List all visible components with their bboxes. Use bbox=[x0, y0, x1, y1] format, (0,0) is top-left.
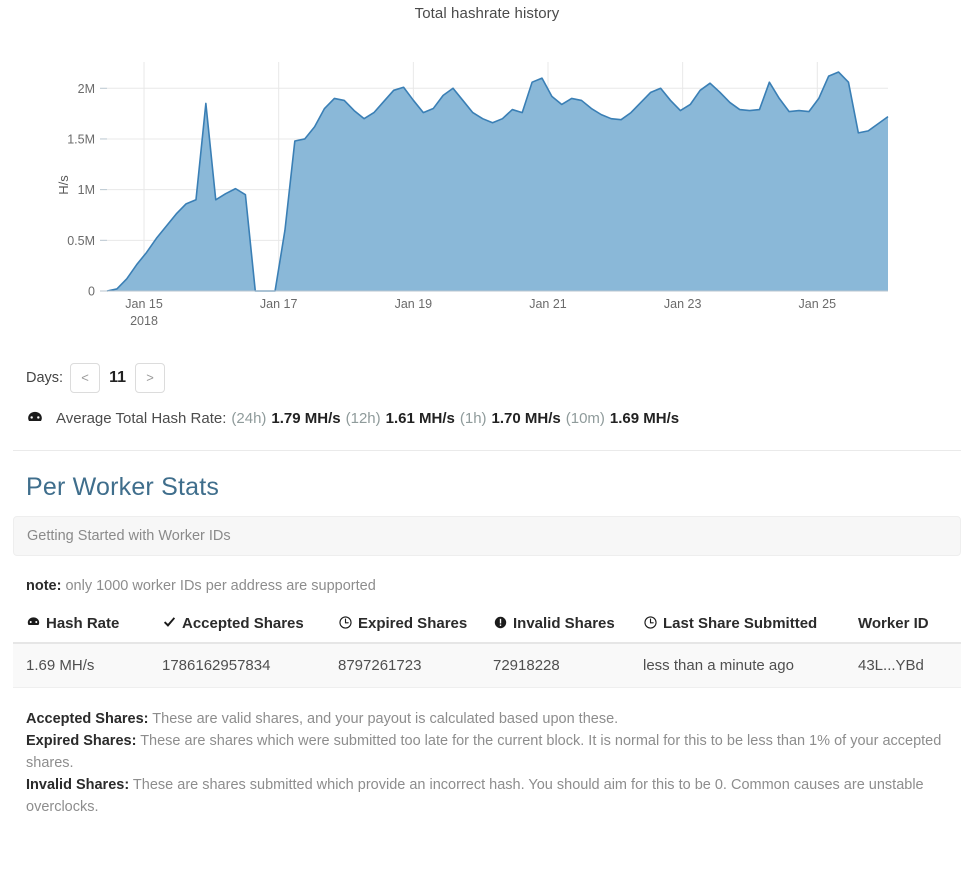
average-period-10m: (10m) bbox=[565, 409, 605, 427]
average-value-12h: 1.61 MH/s bbox=[385, 409, 455, 427]
days-prev-button[interactable]: < bbox=[70, 363, 101, 393]
check-icon bbox=[162, 615, 177, 630]
svg-text:1M: 1M bbox=[78, 183, 95, 197]
worker-id-note: note: only 1000 worker IDs per address a… bbox=[0, 578, 974, 594]
average-value-10m: 1.69 MH/s bbox=[609, 409, 680, 427]
average-value-24h: 1.79 MH/s bbox=[271, 409, 341, 427]
per-worker-stats-heading: Per Worker Stats bbox=[26, 473, 220, 501]
chart-y-tick-labels: 0 0.5M 1M 1.5M 2M bbox=[67, 82, 95, 299]
col-header-label: Last Share Submitted bbox=[663, 615, 818, 632]
note-bold-label: note: bbox=[26, 578, 62, 594]
exclamation-circle-icon bbox=[493, 615, 508, 630]
clock-icon bbox=[643, 615, 658, 630]
svg-text:2M: 2M bbox=[78, 82, 95, 96]
col-header-accepted-shares[interactable]: Accepted Shares bbox=[149, 607, 325, 644]
average-period-1h: (1h) bbox=[459, 409, 487, 427]
getting-started-link[interactable]: Getting Started with Worker IDs bbox=[27, 528, 231, 544]
cell-hash-rate: 1.69 MH/s bbox=[13, 643, 149, 688]
col-header-last-share-submitted[interactable]: Last Share Submitted bbox=[630, 607, 845, 644]
svg-text:0.5M: 0.5M bbox=[67, 234, 95, 248]
cell-worker-id: 43L...YBd bbox=[845, 643, 961, 688]
col-header-expired-shares[interactable]: Expired Shares bbox=[325, 607, 480, 644]
days-next-button[interactable]: > bbox=[135, 363, 165, 393]
table-header: Hash Rate Accepted Shares Expired Shares bbox=[13, 607, 961, 644]
chart-svg: 00.5M1M1.5M2M Jan 15 Jan 17 Jan 19 Jan 21 Ja… bbox=[56, 62, 889, 328]
table-row[interactable]: 1.69 MH/s 1786162957834 8797261723 72918… bbox=[13, 643, 961, 688]
explanation-expired-shares: Expired Shares: These are shares which w… bbox=[26, 730, 948, 774]
note-text: only 1000 worker IDs per address are sup… bbox=[61, 578, 376, 594]
col-header-label: Expired Shares bbox=[358, 615, 468, 632]
chart-plot-area[interactable]: 0 0.5M 1M 1.5M 2M Jan 15 Jan 17 Jan 19 Jan 21 Ja… bbox=[0, 0, 974, 345]
col-header-label: Invalid Shares bbox=[513, 615, 615, 632]
share-explanations: Accepted Shares: These are valid shares,… bbox=[0, 708, 974, 818]
tachometer-icon bbox=[26, 409, 44, 427]
svg-text:Jan 15: Jan 15 bbox=[125, 297, 163, 311]
col-header-invalid-shares[interactable]: Invalid Shares bbox=[480, 607, 630, 644]
explanation-invalid-shares: Invalid Shares: These are shares submitt… bbox=[26, 774, 948, 818]
svg-text:1.5M: 1.5M bbox=[67, 132, 95, 146]
average-period-24h: (24h) bbox=[231, 409, 267, 427]
table-header-row: Hash Rate Accepted Shares Expired Shares bbox=[13, 607, 961, 644]
explanation-text: These are shares submitted which provide… bbox=[26, 777, 924, 815]
explanation-term: Expired Shares: bbox=[26, 733, 137, 749]
col-header-hash-rate[interactable]: Hash Rate bbox=[13, 607, 149, 644]
clock-icon bbox=[338, 615, 353, 630]
days-value: 11 bbox=[109, 369, 126, 386]
average-hash-rate-row: Average Total Hash Rate: (24h) 1.79 MH/s… bbox=[0, 409, 974, 427]
cell-invalid-shares: 72918228 bbox=[480, 643, 630, 688]
cell-expired-shares: 8797261723 bbox=[325, 643, 480, 688]
cell-last-share-submitted: less than a minute ago bbox=[630, 643, 845, 688]
cell-accepted-shares: 1786162957834 bbox=[149, 643, 325, 688]
col-header-label: Accepted Shares bbox=[182, 615, 304, 632]
section-divider bbox=[13, 450, 961, 451]
svg-text:0: 0 bbox=[88, 285, 95, 299]
svg-text:Jan 25: Jan 25 bbox=[799, 297, 837, 311]
hashrate-chart-block: Total hashrate history 0 0.5M 1M 1.5M 2M Jan… bbox=[0, 0, 974, 345]
days-label: Days: bbox=[26, 370, 64, 386]
getting-started-banner[interactable]: Getting Started with Worker IDs bbox=[13, 516, 961, 556]
explanation-text: These are shares which were submitted to… bbox=[26, 733, 942, 771]
chart-area-fill bbox=[107, 72, 888, 291]
svg-text:Jan 19: Jan 19 bbox=[395, 297, 433, 311]
explanation-term: Invalid Shares: bbox=[26, 777, 130, 793]
col-header-label: Worker ID bbox=[858, 615, 929, 632]
svg-text:Jan 21: Jan 21 bbox=[529, 297, 567, 311]
days-stepper: Days: < 11 > bbox=[0, 361, 974, 395]
chart-y-axis-label: H/s bbox=[56, 175, 71, 195]
chart-x-tick-labels: Jan 15 Jan 17 Jan 19 Jan 21 Jan 23 Jan 25 bbox=[125, 297, 836, 311]
average-period-12h: (12h) bbox=[345, 409, 381, 427]
per-worker-table: Hash Rate Accepted Shares Expired Shares bbox=[13, 607, 961, 688]
svg-text:Jan 17: Jan 17 bbox=[260, 297, 298, 311]
chart-x-sublabel: 2018 bbox=[130, 314, 158, 328]
explanation-accepted-shares: Accepted Shares: These are valid shares,… bbox=[26, 708, 948, 730]
average-label: Average Total Hash Rate: bbox=[56, 409, 227, 427]
table-body: 1.69 MH/s 1786162957834 8797261723 72918… bbox=[13, 643, 961, 688]
svg-text:Jan 23: Jan 23 bbox=[664, 297, 702, 311]
explanation-term: Accepted Shares: bbox=[26, 711, 149, 727]
chart-y-tick-marks bbox=[100, 87, 107, 292]
col-header-worker-id[interactable]: Worker ID bbox=[845, 607, 961, 644]
tachometer-icon bbox=[26, 615, 41, 630]
explanation-text: These are valid shares, and your payout … bbox=[148, 711, 619, 727]
average-value-1h: 1.70 MH/s bbox=[491, 409, 561, 427]
col-header-label: Hash Rate bbox=[46, 615, 120, 632]
